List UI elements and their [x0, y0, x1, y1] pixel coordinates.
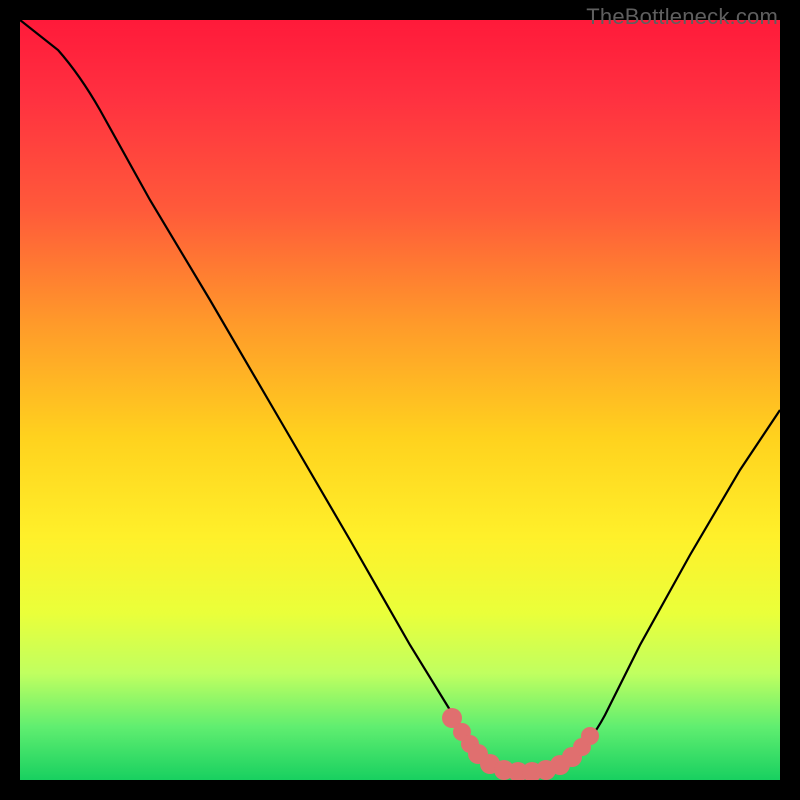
gradient-plot-area — [20, 20, 780, 780]
chart-container: TheBottleneck.com — [0, 0, 800, 800]
watermark-text: TheBottleneck.com — [586, 4, 778, 30]
